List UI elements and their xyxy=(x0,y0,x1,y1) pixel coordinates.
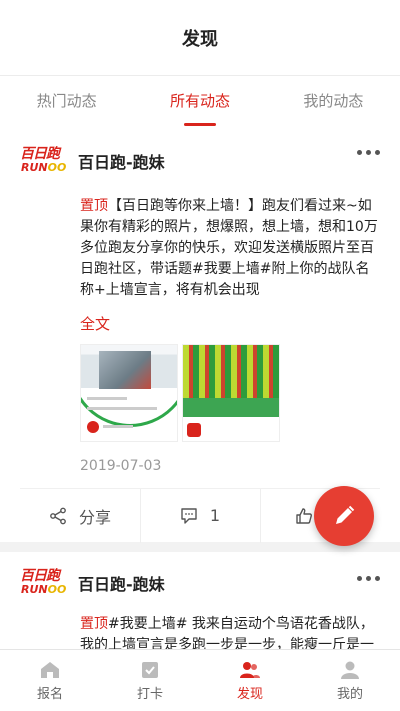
discover-icon xyxy=(240,661,260,678)
thumbs-up-icon xyxy=(296,507,312,524)
comment-button[interactable]: 1 xyxy=(140,488,260,543)
more-icon[interactable] xyxy=(357,576,380,581)
more-icon[interactable] xyxy=(357,150,380,155)
pinned-tag: 置顶 xyxy=(80,198,108,214)
post-header: 百日跑 RUNOO 百日跑-跑妹 xyxy=(20,552,380,614)
comment-count: 1 xyxy=(209,506,221,525)
share-label: 分享 xyxy=(78,507,111,527)
full-text-link[interactable]: 全文 xyxy=(20,313,380,334)
page-title: 发现 xyxy=(182,28,218,50)
author-name[interactable]: 百日跑-跑妹 xyxy=(78,571,165,595)
home-icon xyxy=(41,661,59,678)
tab-mine[interactable]: 我的动态 xyxy=(267,76,400,126)
author-name[interactable]: 百日跑-跑妹 xyxy=(78,149,165,173)
tab-hot[interactable]: 热门动态 xyxy=(0,76,133,126)
post-image[interactable] xyxy=(182,344,280,442)
compose-button[interactable] xyxy=(314,486,374,546)
nav-signup[interactable]: 报名 xyxy=(0,650,100,711)
post-date: 2019-07-03 xyxy=(80,458,162,474)
top-bar: 发现 xyxy=(0,0,400,76)
post-image[interactable] xyxy=(80,344,178,442)
share-icon xyxy=(50,507,66,524)
nav-discover[interactable]: 发现 xyxy=(200,650,300,711)
post-card: 百日跑 RUNOO 百日跑-跑妹 置顶【百日跑等你来上墙！】跑友们看过来~如果你… xyxy=(0,126,400,543)
author-avatar[interactable]: 百日跑 RUNOO xyxy=(20,146,66,176)
post-header: 百日跑 RUNOO 百日跑-跑妹 xyxy=(20,126,380,196)
profile-icon xyxy=(341,661,359,679)
comment-icon xyxy=(181,507,197,524)
pinned-tag: 置顶 xyxy=(80,616,108,632)
nav-mine[interactable]: 我的 xyxy=(300,650,400,711)
pencil-icon xyxy=(336,505,355,524)
author-avatar[interactable]: 百日跑 RUNOO xyxy=(20,568,66,598)
checkin-icon xyxy=(142,661,158,678)
share-button[interactable]: 分享 xyxy=(20,489,140,543)
nav-checkin[interactable]: 打卡 xyxy=(100,650,200,711)
tab-bar: 热门动态 所有动态 我的动态 xyxy=(0,76,400,126)
bottom-nav: 报名 打卡 发现 我的 xyxy=(0,649,400,711)
post-images xyxy=(20,344,380,442)
post-text: 置顶【百日跑等你来上墙！】跑友们看过来~如果你有精彩的照片，想爆照，想上墙，想和… xyxy=(80,198,378,298)
tab-all[interactable]: 所有动态 xyxy=(133,76,266,126)
